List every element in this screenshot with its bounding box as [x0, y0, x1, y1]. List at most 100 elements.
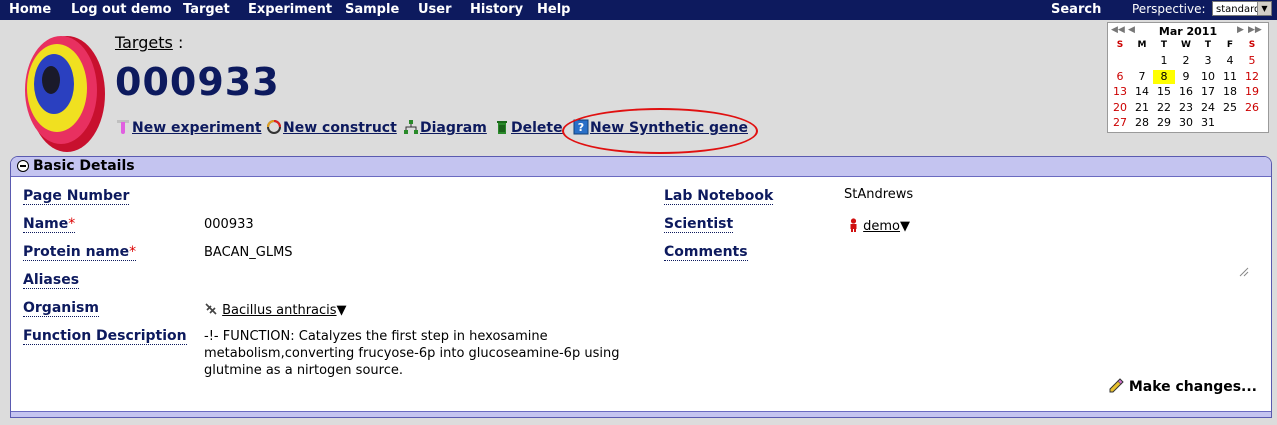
calendar-day[interactable]: 12 — [1241, 70, 1263, 84]
make-changes-link[interactable]: Make changes... — [1108, 378, 1257, 395]
nav-help[interactable]: Help — [537, 2, 570, 17]
calendar-day[interactable]: 29 — [1153, 116, 1175, 130]
calendar-day[interactable]: 18 — [1219, 85, 1241, 99]
calendar-weekday-header: S — [1116, 40, 1124, 50]
pencil-icon — [1109, 378, 1124, 393]
nav-experiment[interactable]: Experiment — [248, 2, 332, 17]
calendar-day[interactable]: 28 — [1131, 116, 1153, 130]
calendar-next-month-icon[interactable]: ▶ — [1237, 25, 1244, 35]
calendar-month: Mar 2011 — [1158, 25, 1218, 38]
required-marker: * — [68, 216, 76, 232]
new-construct-link[interactable]: New construct — [266, 119, 397, 136]
breadcrumb-targets-link[interactable]: Targets — [115, 33, 173, 52]
calendar-day[interactable]: 21 — [1131, 101, 1153, 115]
calendar-day[interactable]: 7 — [1131, 70, 1153, 84]
calendar-day[interactable]: 3 — [1197, 54, 1219, 68]
resize-grip-icon[interactable] — [1239, 267, 1249, 277]
organism-value: Bacillus anthracis▼ — [204, 302, 347, 318]
delete-link[interactable]: Delete — [494, 119, 563, 136]
plasmid-icon — [267, 120, 281, 134]
calendar-day[interactable]: 26 — [1241, 101, 1263, 115]
mini-calendar: ◀◀ ◀ Mar 2011 ▶ ▶▶ S M T W T F S 1 2 3 4 5 6 7 8 9 10 11 1… — [1107, 22, 1269, 133]
calendar-day[interactable]: 2 — [1175, 54, 1197, 68]
calendar-day[interactable]: 16 — [1175, 85, 1197, 99]
user-icon — [850, 218, 857, 232]
organism-menu-arrow-icon[interactable]: ▼ — [337, 303, 347, 318]
required-marker: * — [129, 244, 137, 260]
calendar-day[interactable]: 27 — [1109, 116, 1131, 130]
aliases-label: Aliases — [23, 272, 80, 289]
nav-search[interactable]: Search — [1051, 2, 1101, 17]
breadcrumb-separator: : — [177, 33, 184, 52]
trash-icon — [497, 121, 507, 134]
organism-icon — [205, 303, 217, 315]
nav-history[interactable]: History — [470, 2, 523, 17]
calendar-weekday-header: F — [1226, 40, 1234, 50]
calendar-weekday-header: W — [1181, 40, 1191, 50]
panel-footer — [11, 411, 1271, 417]
calendar-weekday-header: T — [1160, 40, 1168, 50]
calendar-day[interactable]: 19 — [1241, 85, 1263, 99]
calendar-day[interactable]: 24 — [1197, 101, 1219, 115]
calendar-day[interactable]: 4 — [1219, 54, 1241, 68]
collapse-icon[interactable] — [17, 160, 29, 172]
lab-notebook-label: Lab Notebook — [664, 188, 774, 205]
calendar-day[interactable]: 15 — [1153, 85, 1175, 99]
calendar-day[interactable]: 17 — [1197, 85, 1219, 99]
calendar-next-year-icon[interactable]: ▶▶ — [1248, 25, 1262, 35]
protein-name-label: Protein name* — [23, 244, 137, 261]
diagram-tree-icon — [404, 120, 418, 134]
basic-details-panel: Basic Details Page Number Name* 000933 P… — [10, 156, 1272, 418]
scientist-link[interactable]: demo — [863, 219, 900, 234]
new-experiment-link[interactable]: New experiment — [115, 119, 262, 136]
calendar-day[interactable]: 6 — [1109, 70, 1131, 84]
calendar-day[interactable]: 20 — [1109, 101, 1131, 115]
panel-title: Basic Details — [33, 158, 135, 174]
scientist-menu-arrow-icon[interactable]: ▼ — [900, 219, 910, 234]
calendar-day[interactable]: 14 — [1131, 85, 1153, 99]
protein-name-value: BACAN_GLMS — [204, 245, 293, 260]
calendar-weekday-header: M — [1137, 40, 1147, 50]
calendar-day[interactable]: 31 — [1197, 116, 1219, 130]
breadcrumb: Targets : — [115, 33, 183, 52]
perspective-select[interactable]: standard ▼ — [1212, 1, 1272, 16]
calendar-day[interactable]: 30 — [1175, 116, 1197, 130]
name-value: 000933 — [204, 217, 254, 232]
nav-home[interactable]: Home — [9, 2, 51, 17]
target-logo-icon — [25, 36, 105, 152]
dropdown-arrow-icon: ▼ — [1257, 2, 1271, 15]
scientist-label: Scientist — [664, 216, 734, 233]
nav-target[interactable]: Target — [183, 2, 230, 17]
perspective-value: standard — [1216, 4, 1261, 15]
nav-user[interactable]: User — [418, 2, 452, 17]
nav-logout[interactable]: Log out demo — [71, 2, 172, 17]
function-description-value: -!- FUNCTION: Catalyzes the first step i… — [204, 329, 620, 378]
calendar-day[interactable]: 10 — [1197, 70, 1219, 84]
calendar-day[interactable]: 11 — [1219, 70, 1241, 84]
make-changes-label: Make changes... — [1128, 379, 1257, 395]
calendar-day[interactable]: 13 — [1109, 85, 1131, 99]
name-label: Name* — [23, 216, 76, 233]
protein-name-label-text: Protein name — [23, 244, 130, 260]
organism-link[interactable]: Bacillus anthracis — [222, 303, 336, 318]
calendar-day[interactable]: 9 — [1175, 70, 1197, 84]
diagram-label: Diagram — [420, 120, 487, 136]
calendar-day[interactable]: 22 — [1153, 101, 1175, 115]
comments-label: Comments — [664, 244, 748, 261]
perspective-label: Perspective: — [1132, 2, 1206, 16]
page-number-label: Page Number — [23, 188, 130, 205]
nav-sample[interactable]: Sample — [345, 2, 399, 17]
panel-header: Basic Details — [11, 157, 1271, 177]
top-nav-bar: Home Log out demo Target Experiment Samp… — [0, 0, 1277, 20]
page-title: 000933 — [115, 60, 280, 104]
calendar-day[interactable]: 1 — [1153, 54, 1175, 68]
diagram-link[interactable]: Diagram — [403, 119, 487, 136]
calendar-day[interactable]: 25 — [1219, 101, 1241, 115]
name-label-text: Name — [23, 216, 69, 232]
calendar-day[interactable]: 5 — [1241, 54, 1263, 68]
lab-notebook-value: StAndrews — [844, 187, 914, 202]
calendar-day[interactable]: 23 — [1175, 101, 1197, 115]
new-construct-label: New construct — [283, 120, 397, 136]
calendar-day-today[interactable]: 8 — [1153, 69, 1175, 84]
scientist-value: demo▼ — [848, 218, 910, 234]
